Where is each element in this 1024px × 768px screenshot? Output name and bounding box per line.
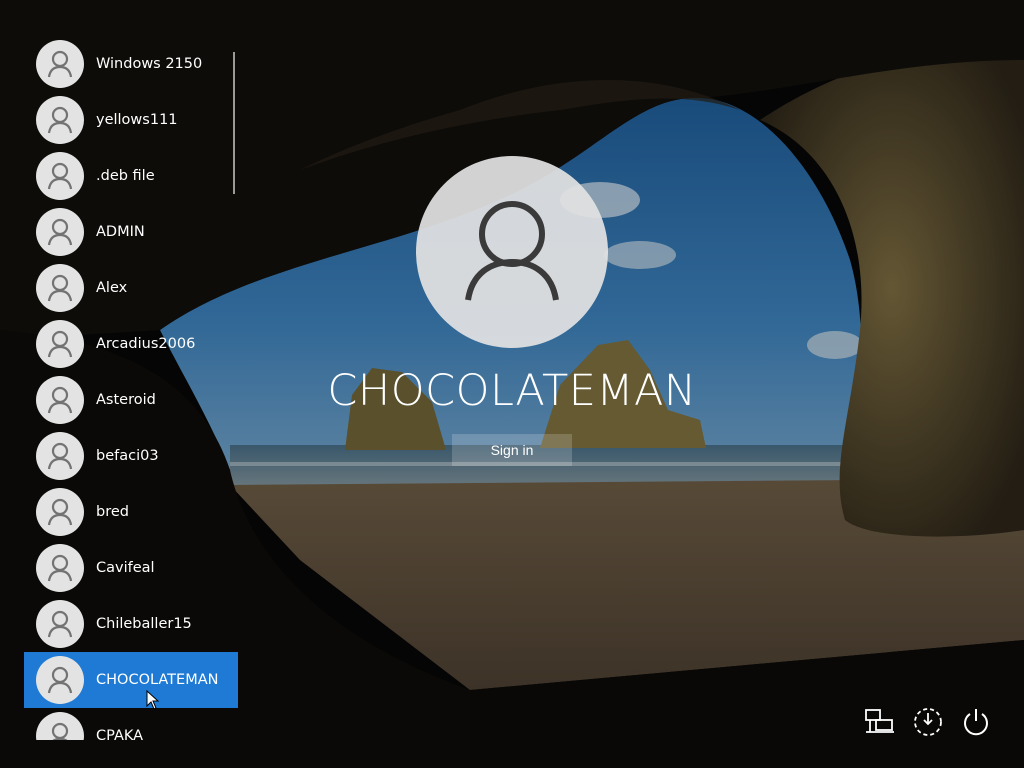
- user-name: yellows111: [96, 112, 178, 128]
- user-avatar: [36, 96, 84, 144]
- user-name: Asteroid: [96, 392, 156, 408]
- user-list-item[interactable]: Cavifeal: [24, 540, 238, 596]
- user-icon: [47, 162, 73, 190]
- power-button[interactable]: [958, 704, 994, 740]
- user-list-item[interactable]: bred: [24, 484, 238, 540]
- user-name: befaci03: [96, 448, 159, 464]
- user-icon: [47, 330, 73, 358]
- user-avatar: [36, 40, 84, 88]
- user-name: Chileballer15: [96, 616, 192, 632]
- user-name: .deb file: [96, 168, 155, 184]
- user-list-item[interactable]: Chileballer15: [24, 596, 238, 652]
- user-avatar: [36, 488, 84, 536]
- user-name: bred: [96, 504, 129, 520]
- network-icon: [865, 709, 894, 733]
- user-avatar: [36, 208, 84, 256]
- user-name: Cavifeal: [96, 560, 155, 576]
- user-icon: [47, 498, 73, 526]
- network-button[interactable]: [862, 704, 898, 740]
- user-name: ADMIN: [96, 224, 145, 240]
- user-avatar: [36, 712, 84, 740]
- user-list-item[interactable]: CPAKA: [24, 708, 238, 740]
- user-avatar: [36, 152, 84, 200]
- user-list-item[interactable]: .deb file: [24, 148, 238, 204]
- user-list[interactable]: Windows 2150 yellows111 .deb file ADMIN Alex…: [24, 36, 238, 740]
- user-avatar: [36, 656, 84, 704]
- user-icon: [47, 106, 73, 134]
- user-icon: [47, 274, 73, 302]
- user-list-item[interactable]: Arcadius2006: [24, 316, 238, 372]
- user-icon: [47, 442, 73, 470]
- user-list-item[interactable]: Windows 2150: [24, 36, 238, 92]
- user-icon: [47, 50, 73, 78]
- user-list-item[interactable]: yellows111: [24, 92, 238, 148]
- user-list-item[interactable]: ADMIN: [24, 204, 238, 260]
- user-list-item[interactable]: befaci03: [24, 428, 238, 484]
- user-name: CHOCOLATEMAN: [96, 672, 219, 688]
- user-name: Windows 2150: [96, 56, 203, 72]
- power-icon: [964, 709, 988, 736]
- main-user-avatar: [416, 156, 608, 348]
- user-icon: [47, 554, 73, 582]
- user-list-scrollbar[interactable]: [233, 52, 235, 194]
- main-username: CHOCOLATEMAN: [327, 366, 697, 416]
- user-avatar: [36, 320, 84, 368]
- user-name: Alex: [96, 280, 128, 296]
- user-list-item[interactable]: Alex: [24, 260, 238, 316]
- user-name: Arcadius2006: [96, 336, 196, 352]
- user-avatar: [36, 376, 84, 424]
- user-icon: [47, 386, 73, 414]
- ease-of-access-button[interactable]: [910, 704, 946, 740]
- user-icon: [47, 610, 73, 638]
- user-avatar: [36, 544, 84, 592]
- user-icon: [51, 722, 69, 740]
- ease-of-access-icon: [914, 708, 942, 736]
- user-list-item[interactable]: CHOCOLATEMAN: [24, 652, 238, 708]
- user-icon: [465, 201, 559, 301]
- user-list-item[interactable]: Asteroid: [24, 372, 238, 428]
- user-avatar: [36, 264, 84, 312]
- lock-screen: Windows 2150 yellows111 .deb file ADMIN Alex…: [0, 0, 1024, 768]
- user-icon: [47, 666, 73, 694]
- mouse-cursor-icon: [146, 690, 160, 710]
- user-avatar: [36, 600, 84, 648]
- user-avatar: [36, 432, 84, 480]
- sign-in-button[interactable]: Sign in: [452, 434, 572, 466]
- user-icon: [47, 218, 73, 246]
- user-name: CPAKA: [96, 728, 144, 740]
